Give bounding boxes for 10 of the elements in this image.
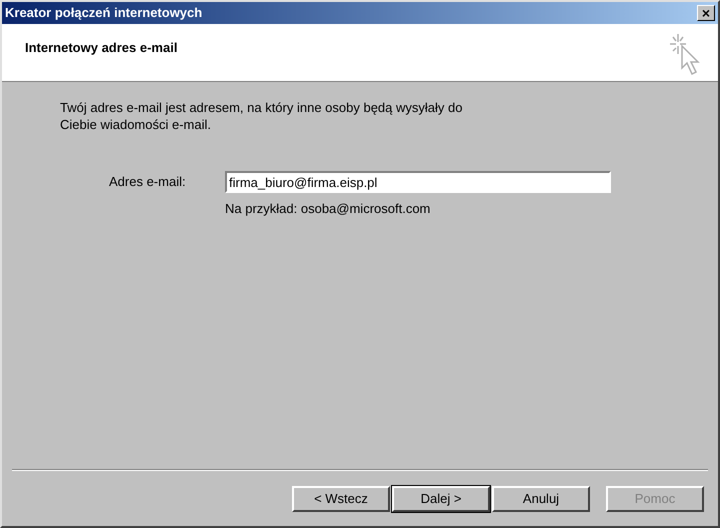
window-title: Kreator połączeń internetowych: [5, 4, 202, 22]
email-label: Adres e-mail:: [109, 173, 187, 192]
page-heading: Internetowy adres e-mail: [25, 39, 178, 57]
example-hint: Na przykład: osoba@microsoft.com: [225, 200, 432, 218]
close-button[interactable]: ×: [697, 5, 715, 21]
intro-text: Twój adres e-mail jest adresem, na który inne osoby będą wysyłały do Ciebie wiadomości e-mail.: [60, 99, 464, 133]
email-field[interactable]: firma_biuro@firma.eisp.pl: [225, 171, 611, 193]
dialog-button[interactable]: < Wstecz: [292, 486, 390, 512]
dialog-button[interactable]: Dalej >: [392, 486, 490, 512]
dialog-button[interactable]: Anuluj: [492, 486, 590, 512]
